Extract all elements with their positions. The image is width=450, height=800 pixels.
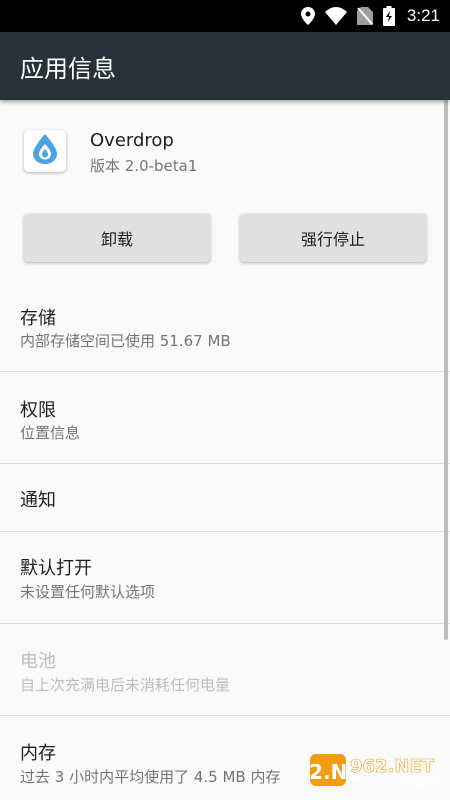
- list-item-title: 电池: [20, 651, 56, 672]
- water-drop-icon: [33, 134, 57, 168]
- list-item-title: 内存: [20, 743, 56, 764]
- location-icon: [300, 7, 315, 25]
- list-item-title: 存储: [20, 308, 56, 329]
- list-item-title: 默认打开: [20, 558, 92, 579]
- scrollbar[interactable]: [444, 100, 448, 640]
- content[interactable]: Overdrop 版本 2.0-beta1 卸载 强行停止 存储 内部存储空间已…: [0, 100, 450, 800]
- list-item-title: 权限: [20, 400, 56, 421]
- list-item-permissions[interactable]: 权限 位置信息: [0, 372, 450, 464]
- svg-text:962.NET: 962.NET: [350, 756, 435, 777]
- no-sim-icon: [356, 7, 373, 25]
- app-header: Overdrop 版本 2.0-beta1: [0, 100, 450, 200]
- app-bar: 应用信息: [0, 32, 450, 100]
- list-item-subtitle: 过去 3 小时内平均使用了 4.5 MB 内存: [20, 768, 281, 786]
- list-item-subtitle: 未设置任何默认选项: [20, 583, 156, 601]
- app-icon: [24, 130, 66, 172]
- list-item-subtitle: 自上次充满电后未消耗任何电量: [20, 676, 231, 694]
- app-name: Overdrop: [90, 130, 174, 151]
- uninstall-button[interactable]: 卸载: [24, 214, 210, 262]
- app-version: 版本 2.0-beta1: [90, 157, 198, 175]
- list-item-open-by-default[interactable]: 默认打开 未设置任何默认选项: [0, 532, 450, 624]
- list-item-subtitle: 位置信息: [20, 424, 81, 442]
- list-item-notifications[interactable]: 通知: [0, 464, 450, 532]
- list-item-title: 通知: [20, 490, 56, 511]
- list-item-battery: 电池 自上次充满电后未消耗任何电量: [0, 624, 450, 716]
- page-title: 应用信息: [20, 54, 116, 83]
- wifi-icon: [324, 7, 347, 25]
- list-item-subtitle: 内部存储空间已使用 51.67 MB: [20, 332, 231, 350]
- force-stop-button[interactable]: 强行停止: [240, 214, 426, 262]
- battery-charging-icon: [382, 6, 395, 26]
- status-bar: 3:21: [0, 0, 450, 32]
- watermark-logo: 962.NET 962.NET 乐游网: [281, 750, 446, 790]
- watermark-subtext: 乐游网: [402, 776, 438, 790]
- status-time: 3:21: [406, 6, 440, 25]
- list-item-storage[interactable]: 存储 内部存储空间已使用 51.67 MB: [0, 280, 450, 372]
